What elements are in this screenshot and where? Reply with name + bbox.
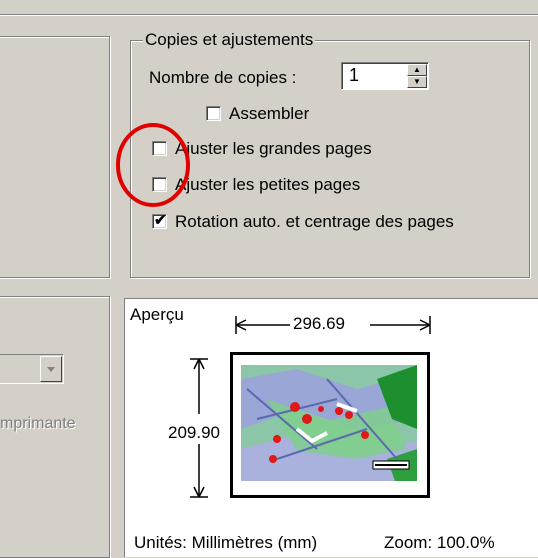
collate-checkbox[interactable]	[206, 106, 221, 121]
copies-spin-up-button[interactable]: ▲	[407, 64, 427, 76]
chevron-down-icon	[47, 367, 55, 372]
checkmark-icon: ✔	[154, 212, 167, 229]
red-annotation-circle	[116, 123, 190, 207]
units-label: Unités: Millimètres (mm)	[134, 533, 318, 552]
width-value: 296.69	[293, 314, 345, 333]
fit-large-pages-label: Ajuster les grandes pages	[175, 139, 372, 158]
top-toolbar-strip	[0, 0, 538, 16]
copies-group-title: Copies et ajustements	[143, 30, 316, 50]
height-value: 209.90	[168, 423, 220, 443]
left-group-box	[0, 36, 110, 278]
printer-dropdown[interactable]	[0, 354, 64, 384]
collate-label: Assembler	[229, 104, 310, 123]
auto-rotate-checkbox[interactable]: ✔	[152, 212, 167, 229]
page-preview	[230, 352, 430, 498]
copies-count-input[interactable]: 1 ▲ ▼	[341, 62, 429, 90]
auto-rotate-label: Rotation auto. et centrage des pages	[175, 212, 454, 231]
dropdown-button[interactable]	[40, 356, 62, 382]
copies-count-value: 1	[349, 65, 360, 85]
preview-title: Aperçu	[130, 305, 184, 324]
printer-label: mprimante	[0, 415, 76, 432]
copies-count-label: Nombre de copies :	[149, 68, 297, 87]
zoom-label: Zoom: 100.0%	[384, 533, 495, 552]
copies-spin-down-button[interactable]: ▼	[407, 76, 427, 88]
fit-small-pages-label: Ajuster les petites pages	[175, 175, 361, 194]
map-thumbnail	[237, 359, 423, 487]
